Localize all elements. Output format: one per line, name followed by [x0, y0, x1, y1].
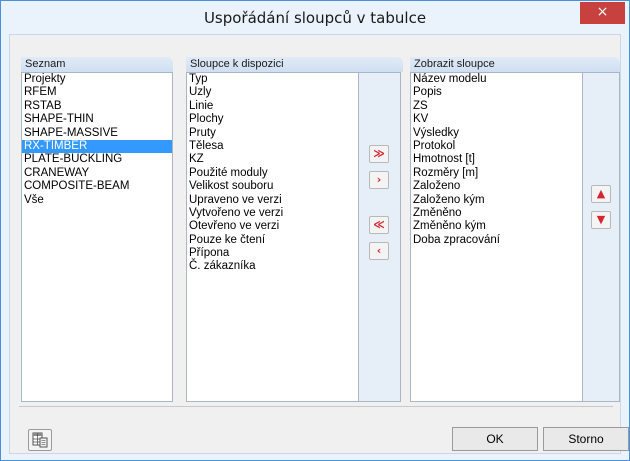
seznam-list-item[interactable]: SHAPE-MASSIVE [22, 127, 172, 140]
dialog-title: Uspořádání sloupců v tabulce [203, 9, 427, 27]
displayed-column-item[interactable]: Založeno kým [411, 194, 582, 207]
available-column-item[interactable]: Č. zákazníka [187, 260, 358, 273]
export-table-button[interactable] [28, 429, 52, 451]
available-column-item[interactable]: Přípona [187, 247, 358, 260]
available-column-item[interactable]: Linie [187, 100, 358, 113]
seznam-list-item[interactable]: Projekty [22, 73, 172, 86]
seznam-list-item[interactable]: RFEM [22, 86, 172, 99]
displayed-column-item[interactable]: Změněno kým [411, 220, 582, 233]
seznam-list-item[interactable]: SHAPE-THIN [22, 113, 172, 126]
displayed-column-item[interactable]: Rozměry [m] [411, 167, 582, 180]
displayed-column-item[interactable]: Doba zpracování [411, 234, 582, 247]
available-columns-group: Sloupce k dispozici Typ Uzly Linie Plochy Pr… [186, 57, 403, 402]
available-column-item[interactable]: Uzly [187, 86, 358, 99]
displayed-column-item[interactable]: Založeno [411, 180, 582, 193]
add-selected-button[interactable]: › [369, 171, 389, 189]
available-column-item[interactable]: Pruty [187, 127, 358, 140]
displayed-column-item[interactable]: Výsledky [411, 127, 582, 140]
move-down-button[interactable]: ▼ [591, 211, 611, 229]
seznam-list-item[interactable]: RX-TIMBER [22, 139, 172, 154]
available-columns-header: Sloupce k dispozici [186, 57, 403, 72]
displayed-column-item[interactable]: Název modelu [411, 73, 582, 86]
footer-separator [19, 406, 613, 407]
available-column-item[interactable]: Plochy [187, 113, 358, 126]
seznam-listbox[interactable]: Projekty RFEM RSTAB SHAPE-THIN SHAPE-MASSIVE… [21, 72, 173, 402]
available-column-item[interactable]: Vytvořeno ve verzi [187, 207, 358, 220]
available-column-item[interactable]: Upraveno ve verzi [187, 194, 358, 207]
displayed-columns-listbox[interactable]: Název modelu Popis ZS KV Výsledky Protokol Hmo… [410, 72, 583, 402]
dialog-window: Uspořádání sloupců v tabulce × Seznam Pr… [0, 0, 630, 461]
remove-all-button[interactable]: ≪ [369, 216, 389, 234]
displayed-column-item[interactable]: Změněno [411, 207, 582, 220]
available-column-item[interactable]: Otevřeno ve verzi [187, 220, 358, 233]
title-bar[interactable]: Uspořádání sloupců v tabulce × [1, 1, 629, 34]
available-column-item[interactable]: Velikost souboru [187, 180, 358, 193]
displayed-column-item[interactable]: Protokol [411, 140, 582, 153]
table-export-icon [32, 432, 48, 448]
displayed-column-item[interactable]: Hmotnost [t] [411, 153, 582, 166]
seznam-list-item[interactable]: RSTAB [22, 100, 172, 113]
displayed-column-item[interactable]: Popis [411, 86, 582, 99]
seznam-list-item[interactable]: Vše [22, 194, 172, 207]
displayed-columns-group: Zobrazit sloupce Název modelu Popis ZS KV Vý… [410, 57, 620, 402]
dialog-content: Seznam Projekty RFEM RSTAB SHAPE-THIN SHAPE-… [9, 34, 629, 454]
available-column-item[interactable]: Typ [187, 73, 358, 86]
seznam-header: Seznam [21, 57, 173, 72]
available-column-item[interactable]: KZ [187, 153, 358, 166]
seznam-list-item[interactable]: PLATE-BUCKLING [22, 153, 172, 166]
move-buttons-panel: ≫ › ≪ ‹ [359, 72, 401, 402]
close-button[interactable]: × [580, 2, 625, 24]
remove-selected-button[interactable]: ‹ [369, 242, 389, 260]
displayed-column-item[interactable]: ZS [411, 100, 582, 113]
move-up-button[interactable]: ▲ [591, 185, 611, 203]
available-column-item[interactable]: Tělesa [187, 140, 358, 153]
displayed-column-item[interactable]: KV [411, 113, 582, 126]
seznam-group: Seznam Projekty RFEM RSTAB SHAPE-THIN SHAPE-… [21, 57, 173, 402]
displayed-columns-header: Zobrazit sloupce [410, 57, 620, 72]
seznam-list-item[interactable]: CRANEWAY [22, 167, 172, 180]
ok-button[interactable]: OK [452, 427, 538, 451]
cancel-button[interactable]: Storno [543, 427, 629, 451]
add-all-button[interactable]: ≫ [369, 145, 389, 163]
available-column-item[interactable]: Pouze ke čtení [187, 234, 358, 247]
seznam-list-item[interactable]: COMPOSITE-BEAM [22, 180, 172, 193]
available-columns-listbox[interactable]: Typ Uzly Linie Plochy Pruty Tělesa KZ Použité m… [186, 72, 359, 402]
order-buttons-panel: ▲ ▼ [583, 72, 620, 402]
available-column-item[interactable]: Použité moduly [187, 167, 358, 180]
